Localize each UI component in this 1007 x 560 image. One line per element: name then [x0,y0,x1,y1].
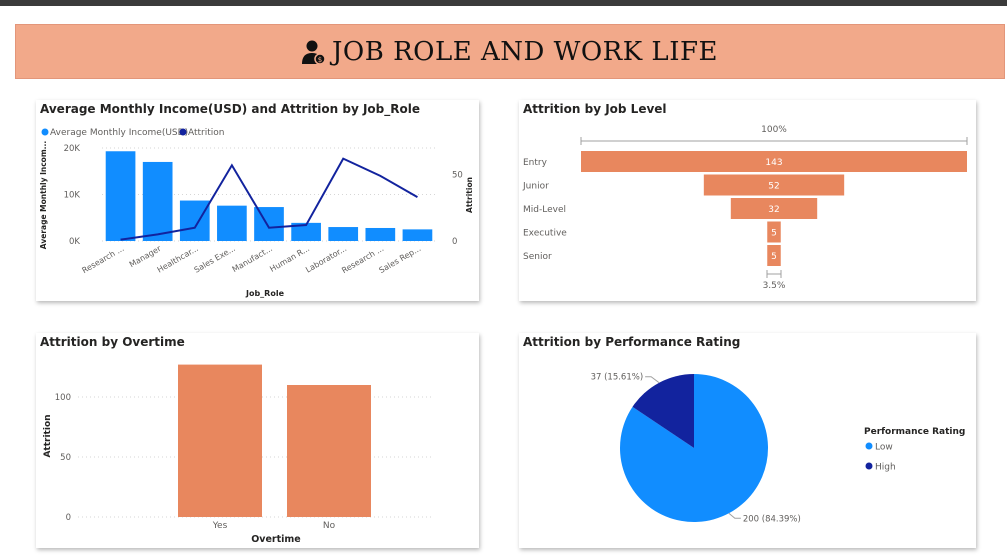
performance-chart: 200 (84.39%) 37 (15.61%) Performance Ratin… [591,373,966,525]
funnel-value-label: 5 [771,229,777,239]
pie-data-label: 200 (84.39%) [743,514,801,524]
x-axis-title: Job_Role [245,289,285,298]
y-axis-title: Attrition [43,414,53,457]
legend-label-low: Low [875,443,893,453]
y-axis-title: Average Monthly Incom... [39,141,48,250]
income-bar [179,200,210,241]
income-bar [105,151,136,241]
funnel-value-label: 5 [771,252,777,262]
page-title: JOB ROLE AND WORK LIFE [331,36,718,67]
funnel-category-label: Entry [523,158,548,168]
y-tick-label: 20K [64,144,81,154]
pie-data-label: 37 (15.61%) [591,373,644,383]
legend-marker-attrition [179,128,187,136]
x-tick-label: Research ... [80,244,125,275]
y-tick-label: 0 [66,513,71,523]
x-axis-title: Overtime [251,534,301,545]
legend-label-attrition: Attrition [188,128,225,138]
funnel-bottom-label: 3.5% [763,281,786,291]
y2-tick-label: 0 [452,237,457,247]
funnel-category-label: Executive [523,229,567,239]
funnel-value-label: 32 [768,205,779,215]
income-bar [142,161,173,241]
income-bar [365,227,396,241]
header-banner: $ JOB ROLE AND WORK LIFE [15,24,1005,79]
income-chart-card[interactable]: Average Monthly Income(USD) and Attritio… [36,100,479,301]
overtime-chart-card[interactable]: Attrition by Overtime 0 50 100 Attrition Ove… [36,333,479,548]
x-tick-label: Manufact... [231,244,274,274]
funnel-category-label: Senior [523,252,552,262]
overtime-bar [287,385,371,517]
joblevel-chart-card[interactable]: Attrition by Job Level 100% Entry 143 Junio… [519,100,976,301]
pie-leader-line [728,512,741,519]
legend-label-high: High [875,463,896,473]
funnel-category-label: Mid-Level [523,205,566,215]
svg-text:$: $ [318,56,322,64]
y-tick-label: 100 [55,393,71,403]
x-tick-label: Sales Exe... [193,244,237,275]
x-tick-label: Sales Rep... [378,244,423,275]
funnel-value-label: 52 [768,182,779,192]
joblevel-chart: 100% Entry 143 Junior 52 Mid-Level 32 Executive… [522,125,968,291]
funnel-category-label: Junior [522,182,549,192]
income-bar [402,229,433,241]
x-tick-label: Yes [212,521,228,531]
funnel-top-label: 100% [761,125,787,135]
x-tick-label: Healthcar... [156,244,200,275]
pie-leader-line [645,376,660,384]
x-tick-label: No [323,521,336,531]
overtime-chart: 0 50 100 Attrition Overtime Yes No [43,364,431,545]
funnel-value-label: 143 [765,158,782,168]
y2-tick-label: 50 [452,171,463,181]
income-bar [217,205,247,241]
y-tick-label: 0K [69,237,80,247]
overtime-bar [178,364,262,517]
income-bar [328,227,359,241]
legend-marker-income [41,128,49,136]
person-money-icon: $ [301,40,326,65]
y2-axis-title: Attrition [465,177,474,213]
legend-marker-high [865,462,873,470]
legend-label-income: Average Monthly Income(USD) [50,128,188,138]
income-chart: Average Monthly Income(USD) Attrition0K10… [39,128,474,298]
y-tick-label: 10K [64,191,81,201]
performance-chart-card[interactable]: Attrition by Performance Rating 200 (84.… [519,333,976,548]
legend-marker-low [865,442,873,450]
legend-title: Performance Rating [864,427,965,437]
top-bar [0,0,1007,6]
y-tick-label: 50 [60,453,71,463]
